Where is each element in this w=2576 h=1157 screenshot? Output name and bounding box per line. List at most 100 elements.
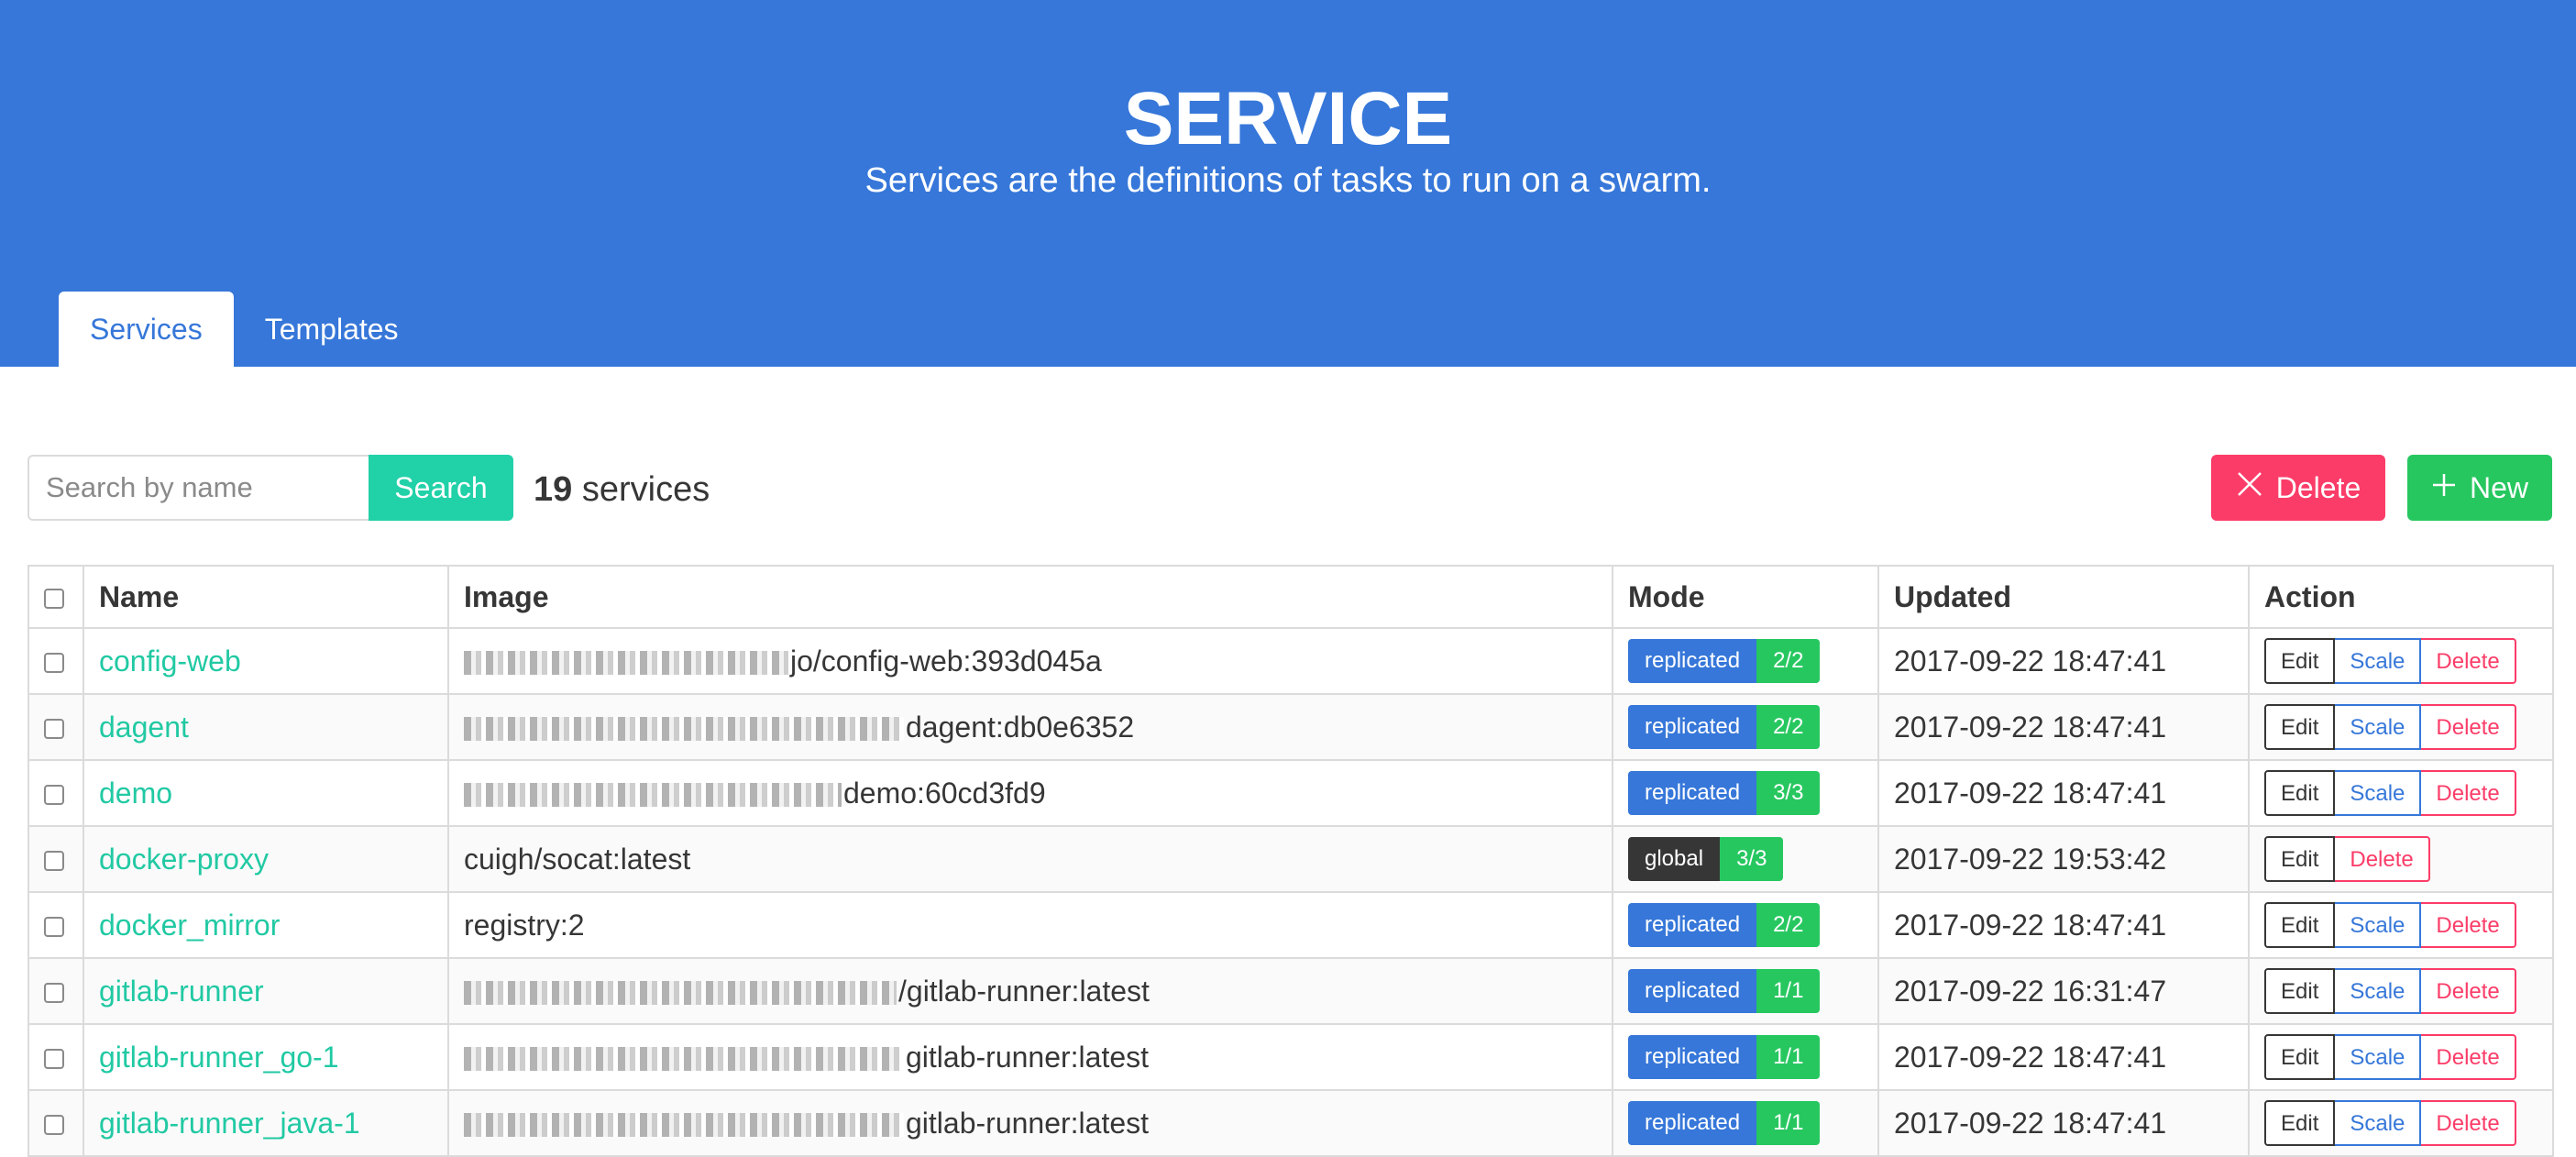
mode-replicas: 3/3	[1756, 771, 1821, 815]
row-delete-button[interactable]: Delete	[2419, 1100, 2516, 1146]
redacted-registry	[464, 1047, 904, 1072]
row-checkbox[interactable]	[44, 785, 64, 806]
row-delete-button[interactable]: Delete	[2419, 704, 2516, 750]
edit-button[interactable]: Edit	[2264, 968, 2336, 1014]
table-row: docker_mirror registry:2 replicated 2/2 2…	[28, 891, 2554, 959]
row-checkbox[interactable]	[44, 719, 64, 740]
scale-button[interactable]: Scale	[2333, 770, 2422, 816]
page-subtitle: Services are the definitions of tasks to…	[864, 161, 1712, 200]
mode-replicas: 2/2	[1756, 903, 1821, 947]
row-delete-button[interactable]: Delete	[2333, 836, 2430, 882]
column-header-name[interactable]: Name	[83, 565, 449, 629]
table-row: gitlab-runner /gitlab-runner:latest repl…	[28, 957, 2554, 1025]
row-checkbox[interactable]	[44, 653, 64, 674]
row-delete-button[interactable]: Delete	[2419, 1034, 2516, 1080]
service-name-link[interactable]: gitlab-runner_java-1	[99, 1107, 360, 1140]
row-actions: Edit Scale Delete	[2264, 968, 2516, 1014]
toolbar: Search 19 services Delete New	[28, 455, 2552, 521]
edit-button[interactable]: Edit	[2264, 770, 2336, 816]
updated-cell: 2017-09-22 18:47:41	[1877, 891, 2250, 959]
scale-button[interactable]: Scale	[2333, 968, 2422, 1014]
row-checkbox[interactable]	[44, 917, 64, 938]
row-checkbox[interactable]	[44, 851, 64, 872]
table-row: docker-proxy cuigh/socat:latest global 3/…	[28, 825, 2554, 893]
service-name-link[interactable]: docker-proxy	[99, 843, 269, 876]
mode-type: replicated	[1628, 903, 1757, 947]
edit-button[interactable]: Edit	[2264, 638, 2336, 684]
image-value: gitlab-runner:latest	[906, 1040, 1150, 1074]
table-header-row: Name Image Mode Updated Action	[28, 565, 2554, 629]
row-actions: Edit Scale Delete	[2264, 902, 2516, 948]
image-value: jo/config-web:393d045a	[790, 644, 1102, 678]
updated-cell: 2017-09-22 19:53:42	[1877, 825, 2250, 893]
image-cell: dagent:db0e6352	[447, 693, 1613, 761]
scale-button[interactable]: Scale	[2333, 638, 2422, 684]
redacted-registry	[464, 1113, 904, 1138]
tab-bar: Services Templates	[59, 292, 430, 367]
plus-icon	[2431, 455, 2457, 521]
scale-button[interactable]: Scale	[2333, 1034, 2422, 1080]
mode-type: replicated	[1628, 639, 1757, 683]
updated-cell: 2017-09-22 18:47:41	[1877, 1023, 2250, 1091]
search-button[interactable]: Search	[369, 455, 513, 521]
scale-button[interactable]: Scale	[2333, 704, 2422, 750]
mode-replicas: 2/2	[1756, 639, 1821, 683]
mode-badge: replicated 3/3	[1628, 771, 1821, 815]
mode-type: replicated	[1628, 969, 1757, 1013]
image-value: registry:2	[464, 908, 585, 942]
service-count: 19 services	[534, 455, 710, 521]
mode-badge: replicated 1/1	[1628, 969, 1821, 1013]
row-actions: Edit Scale Delete	[2264, 1100, 2516, 1146]
row-delete-button[interactable]: Delete	[2419, 770, 2516, 816]
edit-button[interactable]: Edit	[2264, 902, 2336, 948]
new-button-label: New	[2469, 471, 2528, 504]
tab-templates[interactable]: Templates	[234, 292, 430, 367]
mode-type: replicated	[1628, 1101, 1757, 1145]
mode-badge: replicated 1/1	[1628, 1035, 1821, 1079]
service-name-link[interactable]: gitlab-runner	[99, 975, 264, 1008]
row-actions: Edit Delete	[2264, 836, 2430, 882]
updated-cell: 2017-09-22 18:47:41	[1877, 693, 2250, 761]
row-checkbox[interactable]	[44, 983, 64, 1004]
mode-badge: replicated 2/2	[1628, 639, 1821, 683]
mode-badge: global 3/3	[1628, 837, 1784, 881]
table-row: dagent dagent:db0e6352 replicated 2/2 201…	[28, 693, 2554, 761]
edit-button[interactable]: Edit	[2264, 836, 2336, 882]
row-actions: Edit Scale Delete	[2264, 638, 2516, 684]
scale-button[interactable]: Scale	[2333, 902, 2422, 948]
service-name-link[interactable]: config-web	[99, 645, 241, 678]
edit-button[interactable]: Edit	[2264, 704, 2336, 750]
image-cell: gitlab-runner:latest	[447, 1089, 1613, 1157]
delete-button[interactable]: Delete	[2211, 455, 2385, 521]
delete-button-label: Delete	[2275, 471, 2361, 504]
scale-button[interactable]: Scale	[2333, 1100, 2422, 1146]
tab-services[interactable]: Services	[59, 292, 234, 367]
row-delete-button[interactable]: Delete	[2419, 968, 2516, 1014]
row-actions: Edit Scale Delete	[2264, 770, 2516, 816]
image-value: /gitlab-runner:latest	[898, 974, 1150, 1008]
mode-type: global	[1628, 837, 1721, 881]
image-value: gitlab-runner:latest	[906, 1106, 1150, 1140]
select-all-checkbox[interactable]	[44, 589, 64, 610]
row-checkbox[interactable]	[44, 1049, 64, 1070]
mode-replicas: 1/1	[1756, 969, 1821, 1013]
mode-type: replicated	[1628, 1035, 1757, 1079]
service-name-link[interactable]: dagent	[99, 711, 189, 744]
service-name-link[interactable]: gitlab-runner_go-1	[99, 1041, 339, 1074]
row-checkbox[interactable]	[44, 1115, 64, 1136]
service-name-link[interactable]: demo	[99, 777, 172, 810]
new-button[interactable]: New	[2407, 455, 2552, 521]
search-input[interactable]	[28, 455, 369, 521]
column-header-action: Action	[2248, 565, 2554, 629]
select-all-cell	[28, 565, 84, 629]
edit-button[interactable]: Edit	[2264, 1100, 2336, 1146]
mode-replicas: 3/3	[1720, 837, 1784, 881]
image-cell: /gitlab-runner:latest	[447, 957, 1613, 1025]
row-delete-button[interactable]: Delete	[2419, 902, 2516, 948]
updated-cell: 2017-09-22 18:47:41	[1877, 627, 2250, 695]
service-name-link[interactable]: docker_mirror	[99, 909, 280, 942]
mode-badge: replicated 2/2	[1628, 705, 1821, 749]
edit-button[interactable]: Edit	[2264, 1034, 2336, 1080]
mode-replicas: 1/1	[1756, 1101, 1821, 1145]
row-delete-button[interactable]: Delete	[2419, 638, 2516, 684]
